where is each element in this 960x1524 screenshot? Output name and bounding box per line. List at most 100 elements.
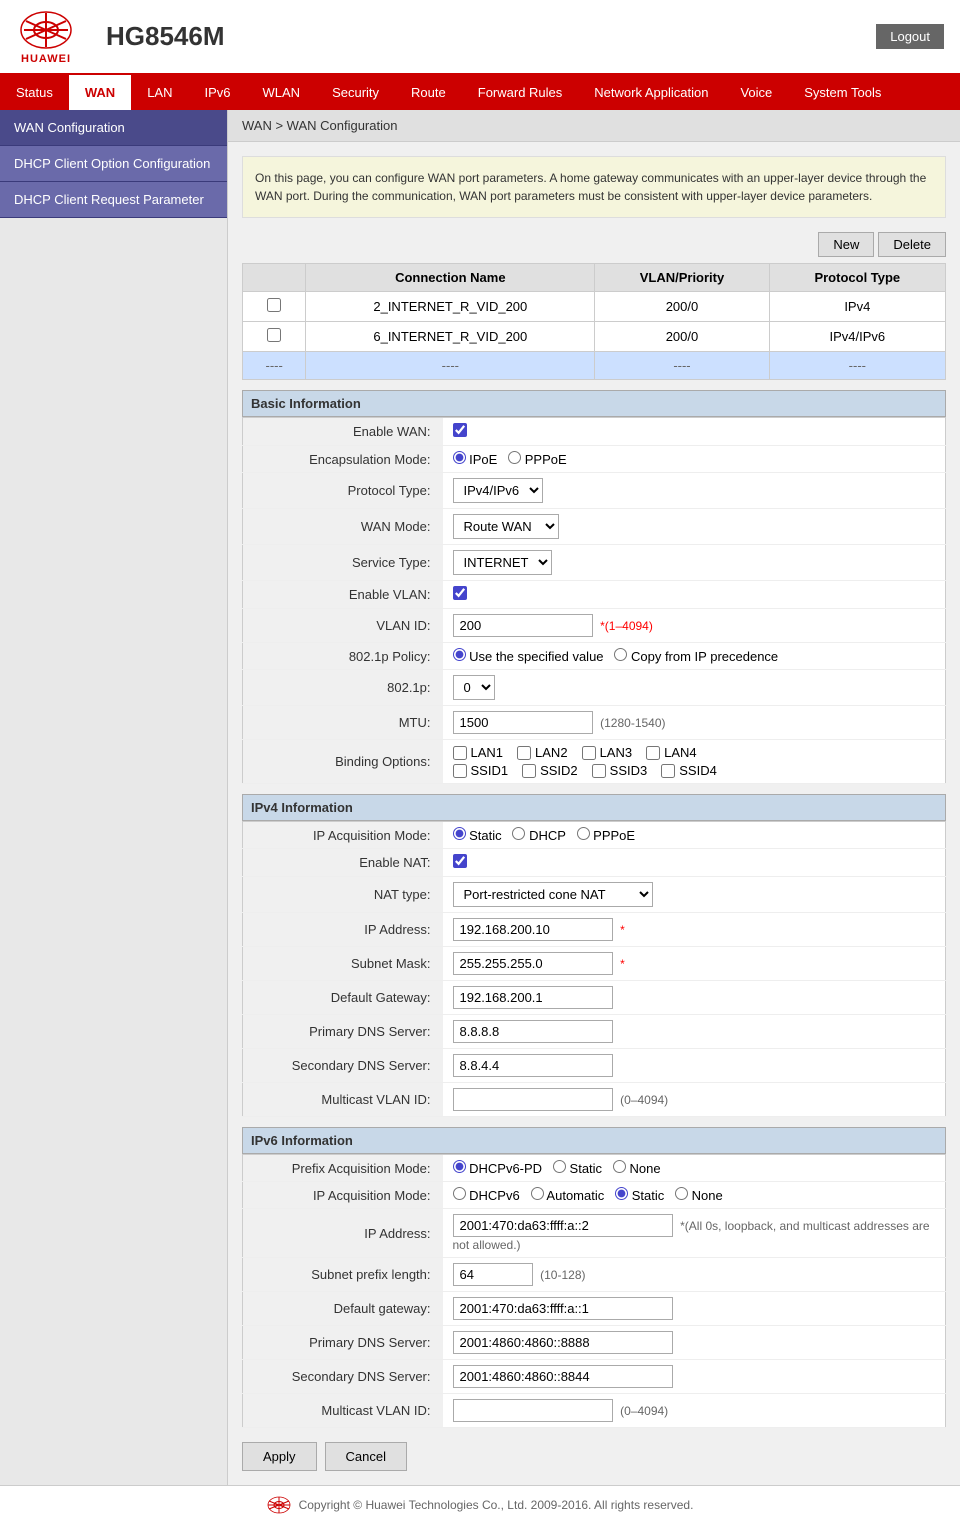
dhcp-radio[interactable] bbox=[512, 827, 525, 840]
ipv6-primary-dns-row: Primary DNS Server: bbox=[243, 1326, 946, 1360]
nav-route[interactable]: Route bbox=[395, 75, 462, 110]
pppoe-label[interactable]: PPPoE bbox=[508, 452, 567, 467]
lan3-check[interactable]: LAN3 bbox=[582, 745, 633, 760]
static-radio[interactable] bbox=[453, 827, 466, 840]
static-label[interactable]: Static bbox=[453, 828, 502, 843]
dhcpv6-radio[interactable] bbox=[453, 1187, 466, 1200]
ssid3-check[interactable]: SSID3 bbox=[592, 763, 648, 778]
pppoe-radio[interactable] bbox=[508, 451, 521, 464]
ipoe-radio[interactable] bbox=[453, 451, 466, 464]
subnet-prefix-input[interactable] bbox=[453, 1263, 533, 1286]
mtu-input[interactable] bbox=[453, 711, 593, 734]
ssid1-checkbox[interactable] bbox=[453, 764, 467, 778]
multicast-vlan-row: Multicast VLAN ID: (0–4094) bbox=[243, 1083, 946, 1117]
dash-vlan: ---- bbox=[595, 352, 769, 380]
basic-info-title: Basic Information bbox=[242, 390, 946, 417]
ipoe-label[interactable]: IPoE bbox=[453, 452, 498, 467]
prefix-none-label[interactable]: None bbox=[613, 1161, 661, 1176]
nav-system-tools[interactable]: System Tools bbox=[788, 75, 897, 110]
subnet-prefix-hint: (10-128) bbox=[540, 1268, 585, 1282]
table-row: 6_INTERNET_R_VID_200 200/0 IPv4/IPv6 bbox=[243, 322, 946, 352]
lan2-check[interactable]: LAN2 bbox=[517, 745, 568, 760]
lan4-checkbox[interactable] bbox=[646, 746, 660, 760]
pppoe-acq-radio[interactable] bbox=[577, 827, 590, 840]
lan1-checkbox[interactable] bbox=[453, 746, 467, 760]
enable-vlan-checkbox[interactable] bbox=[453, 586, 467, 600]
lan1-check[interactable]: LAN1 bbox=[453, 745, 504, 760]
lan4-check[interactable]: LAN4 bbox=[646, 745, 697, 760]
nav-network-application[interactable]: Network Application bbox=[578, 75, 724, 110]
dhcpv6-label[interactable]: DHCPv6 bbox=[453, 1188, 520, 1203]
lan2-checkbox[interactable] bbox=[517, 746, 531, 760]
protocol-type-select[interactable]: IPv4 IPv6 IPv4/IPv6 bbox=[453, 478, 543, 503]
ipv6-none-label[interactable]: None bbox=[675, 1188, 723, 1203]
vlan-id-input[interactable] bbox=[453, 614, 593, 637]
pppoe-acq-label[interactable]: PPPoE bbox=[577, 828, 636, 843]
secondary-dns-input[interactable] bbox=[453, 1054, 613, 1077]
ipv6-gateway-input[interactable] bbox=[453, 1297, 673, 1320]
automatic-label[interactable]: Automatic bbox=[531, 1188, 605, 1203]
lan3-checkbox[interactable] bbox=[582, 746, 596, 760]
prefix-none-radio[interactable] bbox=[613, 1160, 626, 1173]
ssid1-check[interactable]: SSID1 bbox=[453, 763, 509, 778]
new-button[interactable]: New bbox=[818, 232, 874, 257]
row2-checkbox[interactable] bbox=[267, 328, 281, 342]
prefix-static-radio[interactable] bbox=[553, 1160, 566, 1173]
ipv6-address-input[interactable] bbox=[453, 1214, 673, 1237]
subnet-mask-input[interactable] bbox=[453, 952, 613, 975]
ipv6-primary-dns-input[interactable] bbox=[453, 1331, 673, 1354]
ssid4-check[interactable]: SSID4 bbox=[661, 763, 717, 778]
nav-wlan[interactable]: WLAN bbox=[247, 75, 317, 110]
copy-ip-label[interactable]: Copy from IP precedence bbox=[614, 649, 778, 664]
sidebar-item-dhcp-request[interactable]: DHCP Client Request Parameter bbox=[0, 182, 227, 218]
nav-ipv6[interactable]: IPv6 bbox=[189, 75, 247, 110]
subnet-mask-label: Subnet Mask: bbox=[243, 947, 443, 981]
nav-status[interactable]: Status bbox=[0, 75, 69, 110]
ipv6-static-label[interactable]: Static bbox=[615, 1188, 664, 1203]
primary-dns-input[interactable] bbox=[453, 1020, 613, 1043]
ipv6-info-section: IPv6 Information Prefix Acquisition Mode… bbox=[242, 1127, 946, 1428]
nav-lan[interactable]: LAN bbox=[131, 75, 188, 110]
automatic-radio[interactable] bbox=[531, 1187, 544, 1200]
enable-nat-checkbox[interactable] bbox=[453, 854, 467, 868]
copy-ip-radio[interactable] bbox=[614, 648, 627, 661]
802p-row: 802.1p: 0123 4567 bbox=[243, 670, 946, 706]
ssid4-checkbox[interactable] bbox=[661, 764, 675, 778]
ssid3-checkbox[interactable] bbox=[592, 764, 606, 778]
use-specified-label[interactable]: Use the specified value bbox=[453, 649, 604, 664]
nav-wan[interactable]: WAN bbox=[69, 75, 131, 110]
nav-forward-rules[interactable]: Forward Rules bbox=[462, 75, 579, 110]
ssid2-check[interactable]: SSID2 bbox=[522, 763, 578, 778]
logout-button[interactable]: Logout bbox=[876, 24, 944, 49]
use-specified-radio[interactable] bbox=[453, 648, 466, 661]
sidebar-item-wan-configuration[interactable]: WAN Configuration bbox=[0, 110, 227, 146]
ipv6-none-radio[interactable] bbox=[675, 1187, 688, 1200]
row1-checkbox[interactable] bbox=[267, 298, 281, 312]
ipv6-secondary-dns-input[interactable] bbox=[453, 1365, 673, 1388]
basic-info-form: Enable WAN: Encapsulation Mode: IPoE PPP… bbox=[242, 417, 946, 784]
ipv6-static-radio[interactable] bbox=[615, 1187, 628, 1200]
primary-dns-label: Primary DNS Server: bbox=[243, 1015, 443, 1049]
col-vlan: VLAN/Priority bbox=[595, 264, 769, 292]
dhcp-label[interactable]: DHCP bbox=[512, 828, 565, 843]
wan-mode-select[interactable]: Route WAN Bridge WAN bbox=[453, 514, 559, 539]
prefix-static-label[interactable]: Static bbox=[553, 1161, 602, 1176]
802p-select[interactable]: 0123 4567 bbox=[453, 675, 495, 700]
sidebar-item-dhcp-option[interactable]: DHCP Client Option Configuration bbox=[0, 146, 227, 182]
default-gateway-input[interactable] bbox=[453, 986, 613, 1009]
nav-security[interactable]: Security bbox=[316, 75, 395, 110]
ipv6-multicast-vlan-input[interactable] bbox=[453, 1399, 613, 1422]
enable-wan-checkbox[interactable] bbox=[453, 423, 467, 437]
ssid2-checkbox[interactable] bbox=[522, 764, 536, 778]
nat-type-select[interactable]: Port-restricted cone NAT Full cone NAT A… bbox=[453, 882, 653, 907]
row1-name: 2_INTERNET_R_VID_200 bbox=[306, 292, 595, 322]
ipv4-address-input[interactable] bbox=[453, 918, 613, 941]
service-type-select[interactable]: INTERNET TR069 VOIP OTHER bbox=[453, 550, 552, 575]
dhcpv6pd-radio[interactable] bbox=[453, 1160, 466, 1173]
cancel-button[interactable]: Cancel bbox=[325, 1442, 407, 1471]
dhcpv6pd-label[interactable]: DHCPv6-PD bbox=[453, 1161, 543, 1176]
nav-voice[interactable]: Voice bbox=[724, 75, 788, 110]
multicast-vlan-input[interactable] bbox=[453, 1088, 613, 1111]
delete-button[interactable]: Delete bbox=[878, 232, 946, 257]
apply-button[interactable]: Apply bbox=[242, 1442, 317, 1471]
